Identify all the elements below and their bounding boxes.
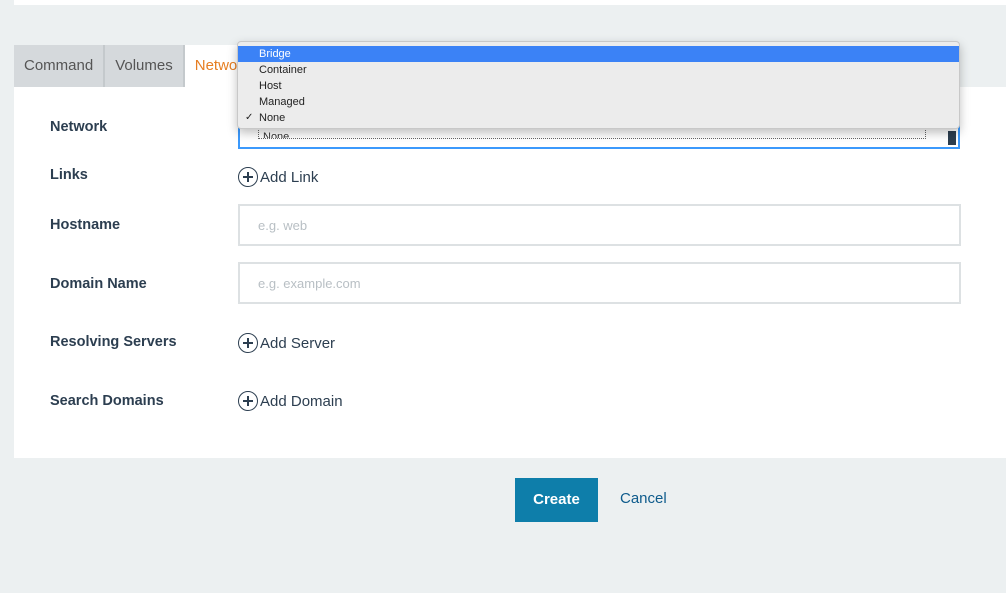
- links-label: Links: [50, 167, 88, 183]
- network-dropdown-menu: Bridge Container Host Managed ✓ None: [237, 41, 960, 129]
- add-domain-button[interactable]: Add Domain: [238, 391, 343, 411]
- resolving-servers-label: Resolving Servers: [50, 334, 177, 350]
- dropdown-option-none[interactable]: ✓ None: [238, 110, 959, 126]
- plus-circle-icon: [238, 167, 258, 187]
- hostname-input[interactable]: [238, 204, 961, 246]
- cancel-button[interactable]: Cancel: [620, 490, 667, 507]
- option-label: Host: [259, 80, 282, 92]
- plus-circle-icon: [238, 391, 258, 411]
- dropdown-option-host[interactable]: Host: [238, 78, 959, 94]
- dropdown-option-container[interactable]: Container: [238, 62, 959, 78]
- tab-volumes[interactable]: Volumes: [105, 45, 185, 87]
- option-label: None: [259, 112, 286, 124]
- option-label: Container: [259, 64, 307, 76]
- checkmark-icon: ✓: [245, 112, 254, 123]
- network-form: Network None Links Add Link Hostname Dom…: [14, 87, 1006, 458]
- add-link-label: Add Link: [260, 168, 319, 186]
- add-domain-label: Add Domain: [260, 392, 343, 410]
- add-server-button[interactable]: Add Server: [238, 333, 335, 353]
- add-link-button[interactable]: Add Link: [238, 167, 318, 187]
- domain-name-input[interactable]: [238, 262, 961, 304]
- chevron-down-icon: [948, 131, 956, 145]
- add-server-label: Add Server: [260, 334, 336, 352]
- plus-circle-icon: [238, 333, 258, 353]
- search-domains-label: Search Domains: [50, 393, 164, 409]
- domain-name-label: Domain Name: [50, 276, 147, 292]
- option-label: Managed: [259, 96, 305, 108]
- tab-command[interactable]: Command: [14, 45, 106, 87]
- option-label: Bridge: [259, 48, 291, 60]
- network-label: Network: [50, 119, 108, 135]
- tab-bar: Command Volumes Network: [14, 45, 241, 87]
- top-panel: [14, 0, 1006, 5]
- create-button[interactable]: Create: [515, 478, 598, 522]
- tab-network[interactable]: Network: [184, 45, 241, 87]
- dropdown-option-managed[interactable]: Managed: [238, 94, 959, 110]
- hostname-label: Hostname: [50, 217, 121, 233]
- dropdown-option-bridge[interactable]: Bridge: [238, 46, 959, 62]
